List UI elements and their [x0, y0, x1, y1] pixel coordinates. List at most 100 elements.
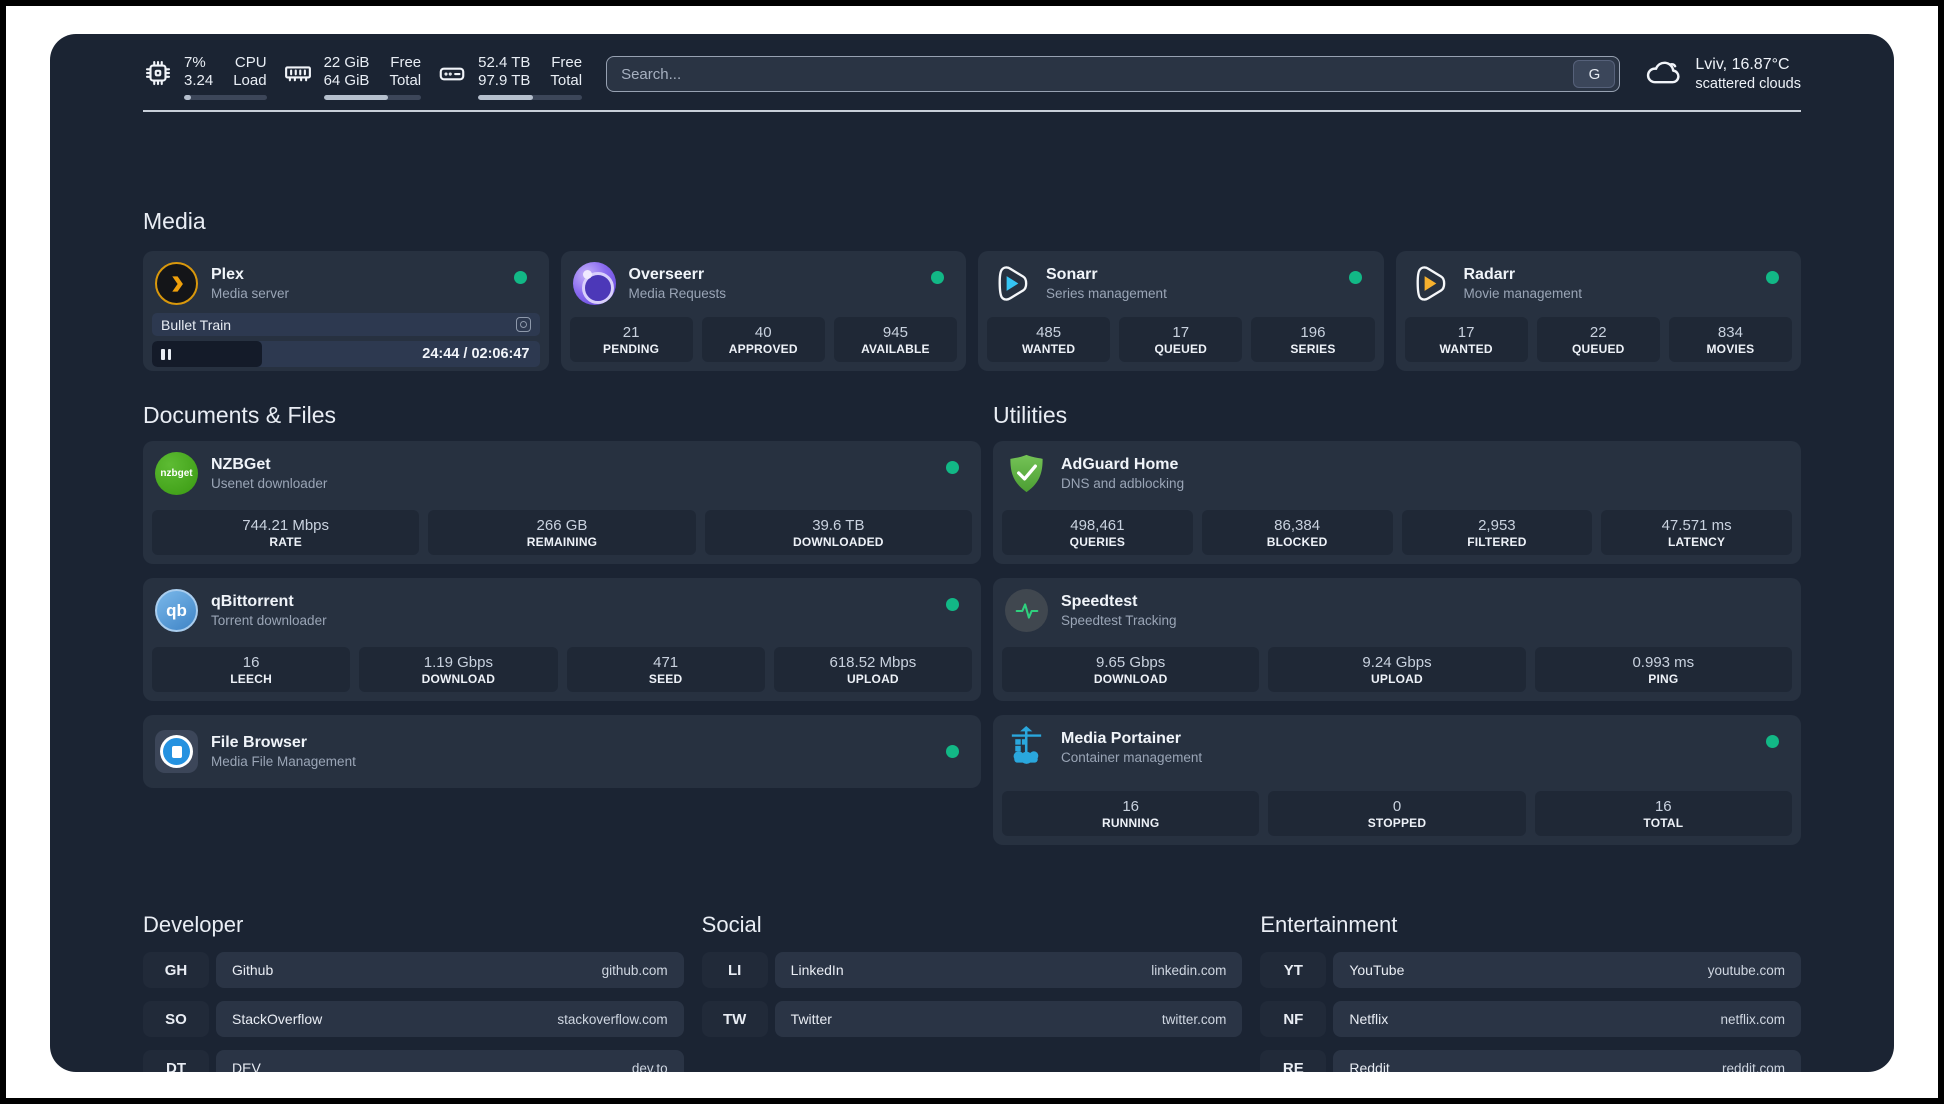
- stat-downloaded: 39.6 TB DOWNLOADED: [704, 510, 972, 555]
- app-card-filebrowser[interactable]: File Browser Media File Management: [143, 715, 981, 788]
- stat-download: 9.65 Gbps DOWNLOAD: [1002, 647, 1260, 692]
- search-input[interactable]: [607, 65, 1574, 83]
- cloud-icon: [1644, 55, 1682, 94]
- app-description: Media Requests: [628, 285, 727, 301]
- system-stats: 7% 3.24 CPU Load 22 GiB 64 GiB Free Tota…: [143, 54, 583, 100]
- app-card-radarr[interactable]: Radarr Movie management 17 WANTED 22 QUEUE…: [1395, 251, 1801, 371]
- stat-available: 945 AVAILABLE: [833, 317, 958, 362]
- stat-latency: 47.571 ms LATENCY: [1601, 510, 1792, 555]
- app-name: NZBGet: [211, 455, 271, 473]
- utilities-column: Utilities AdGuard Home DNS and adblockin…: [993, 401, 1801, 859]
- now-playing-title: Bullet Train: [161, 316, 232, 333]
- app-name: Speedtest: [1061, 592, 1138, 610]
- filebrowser-icon: [155, 730, 198, 773]
- bookmarks-row: Developer GH Github github.com SO StackOv…: [143, 911, 1802, 1072]
- app-card-overseerr[interactable]: Overseerr Media Requests 21 PENDING 40 APP…: [560, 251, 966, 371]
- bookmark-abbr: NF: [1260, 1001, 1327, 1037]
- stat-pending: 21 PENDING: [569, 317, 693, 362]
- stat-wanted: 17 WANTED: [1404, 317, 1528, 362]
- bookmark-group-developer: Developer GH Github github.com SO StackOv…: [143, 911, 684, 1072]
- disk-total: 97.9 TB: [478, 72, 531, 89]
- app-name: qBittorrent: [211, 592, 294, 610]
- app-name: File Browser: [211, 733, 308, 751]
- player-elapsed: [152, 341, 262, 367]
- app-name: AdGuard Home: [1061, 455, 1179, 473]
- stat-upload: 9.24 Gbps UPLOAD: [1268, 647, 1526, 692]
- nzbget-icon: nzbget: [155, 452, 198, 495]
- player-progress-bar[interactable]: 24:44 / 02:06:47: [152, 341, 540, 367]
- memory-free-label: Free: [390, 54, 422, 71]
- memory-stat: 22 GiB 64 GiB Free Total: [283, 54, 422, 100]
- app-name: Overseerr: [628, 265, 705, 283]
- cpu-icon: [143, 58, 173, 100]
- bookmark-linkedin[interactable]: LI LinkedIn linkedin.com: [701, 952, 1243, 988]
- dashboard: 7% 3.24 CPU Load 22 GiB 64 GiB Free Tota…: [50, 34, 1894, 1072]
- bookmark-abbr: SO: [143, 1001, 209, 1037]
- status-online-dot: [946, 598, 959, 611]
- cpu-progress: [184, 95, 267, 100]
- bookmark-dev[interactable]: DT DEV dev.to: [143, 1050, 684, 1072]
- disk-icon: [437, 58, 467, 100]
- section-title-media: Media: [143, 208, 206, 234]
- app-card-speedtest[interactable]: Speedtest Speedtest Tracking 9.65 Gbps DO…: [993, 578, 1801, 701]
- bookmark-group-entertainment: Entertainment YT YouTube youtube.com NF N…: [1260, 911, 1802, 1072]
- app-card-qbittorrent[interactable]: qb qBittorrent Torrent downloader 16 LEEC…: [143, 578, 981, 701]
- media-card-row: Plex Media server Bullet Train 24:44 / 0…: [143, 251, 1801, 371]
- status-online-dot: [513, 271, 527, 284]
- bookmark-twitter[interactable]: TW Twitter twitter.com: [701, 1001, 1243, 1037]
- cpu-stat: 7% 3.24 CPU Load: [143, 54, 267, 100]
- memory-total: 64 GiB: [323, 72, 370, 89]
- stat-rate: 744.21 Mbps RATE: [152, 510, 420, 555]
- status-online-dot: [1348, 271, 1362, 284]
- stat-running: 16 RUNNING: [1002, 791, 1260, 836]
- stat-seed: 471 SEED: [566, 647, 765, 692]
- pause-icon[interactable]: [161, 348, 171, 360]
- app-description: Series management: [1046, 285, 1167, 301]
- disk-progress: [478, 95, 583, 100]
- app-card-portainer[interactable]: Media Portainer Container management 16 R…: [993, 715, 1801, 845]
- app-card-adguard[interactable]: AdGuard Home DNS and adblocking 498,461 Q…: [993, 441, 1801, 564]
- app-description: Speedtest Tracking: [1061, 612, 1177, 628]
- app-card-sonarr[interactable]: Sonarr Series management 485 WANTED 17 QUE…: [978, 251, 1384, 371]
- section-title-entertainment: Entertainment: [1260, 912, 1398, 937]
- disk-free-label: Free: [551, 54, 583, 71]
- bookmark-reddit[interactable]: RE Reddit reddit.com: [1260, 1050, 1802, 1072]
- bookmark-github[interactable]: GH Github github.com: [143, 952, 684, 988]
- memory-icon: [283, 58, 313, 100]
- disk-free: 52.4 TB: [478, 54, 531, 71]
- bookmark-stackoverflow[interactable]: SO StackOverflow stackoverflow.com: [143, 1001, 684, 1037]
- app-description: Container management: [1061, 749, 1203, 765]
- weather-condition: scattered clouds: [1695, 76, 1801, 92]
- topbar: 7% 3.24 CPU Load 22 GiB 64 GiB Free Tota…: [143, 54, 1801, 100]
- app-name: Media Portainer: [1061, 729, 1182, 747]
- plex-icon: [155, 262, 198, 305]
- stat-approved: 40 APPROVED: [701, 317, 825, 362]
- sonarr-icon: [990, 262, 1033, 305]
- section-title-social: Social: [701, 912, 762, 937]
- app-card-plex[interactable]: Plex Media server Bullet Train 24:44 / 0…: [143, 251, 549, 371]
- bookmark-abbr: GH: [143, 952, 209, 988]
- stat-leech: 16 LEECH: [152, 647, 351, 692]
- app-description: Torrent downloader: [211, 612, 327, 628]
- status-online-dot: [1766, 735, 1779, 748]
- cpu-label: CPU: [234, 54, 267, 71]
- bookmark-abbr: TW: [701, 1001, 768, 1037]
- search-bar[interactable]: G: [606, 56, 1621, 92]
- search-engine-button[interactable]: G: [1573, 60, 1616, 88]
- weather-widget: Lviv, 16.87°C scattered clouds: [1644, 55, 1801, 94]
- stat-queued: 17 QUEUED: [1119, 317, 1243, 362]
- memory-free: 22 GiB: [323, 54, 370, 71]
- app-description: Movie management: [1463, 285, 1583, 301]
- cpu-load-label: Load: [233, 72, 267, 89]
- window-frame: 7% 3.24 CPU Load 22 GiB 64 GiB Free Tota…: [6, 6, 1938, 1098]
- bookmark-netflix[interactable]: NF Netflix netflix.com: [1260, 1001, 1802, 1037]
- documents-column: Documents & Files nzbget NZBGet Usenet d…: [143, 401, 981, 859]
- bookmark-abbr: DT: [143, 1050, 209, 1072]
- app-card-nzbget[interactable]: nzbget NZBGet Usenet downloader 744.21 M…: [143, 441, 981, 564]
- app-description: Media File Management: [211, 753, 356, 769]
- app-name: Sonarr: [1046, 265, 1098, 283]
- bookmark-youtube[interactable]: YT YouTube youtube.com: [1260, 952, 1802, 988]
- app-description: DNS and adblocking: [1061, 475, 1185, 491]
- app-name: Plex: [211, 265, 244, 283]
- session-icon[interactable]: [515, 317, 531, 332]
